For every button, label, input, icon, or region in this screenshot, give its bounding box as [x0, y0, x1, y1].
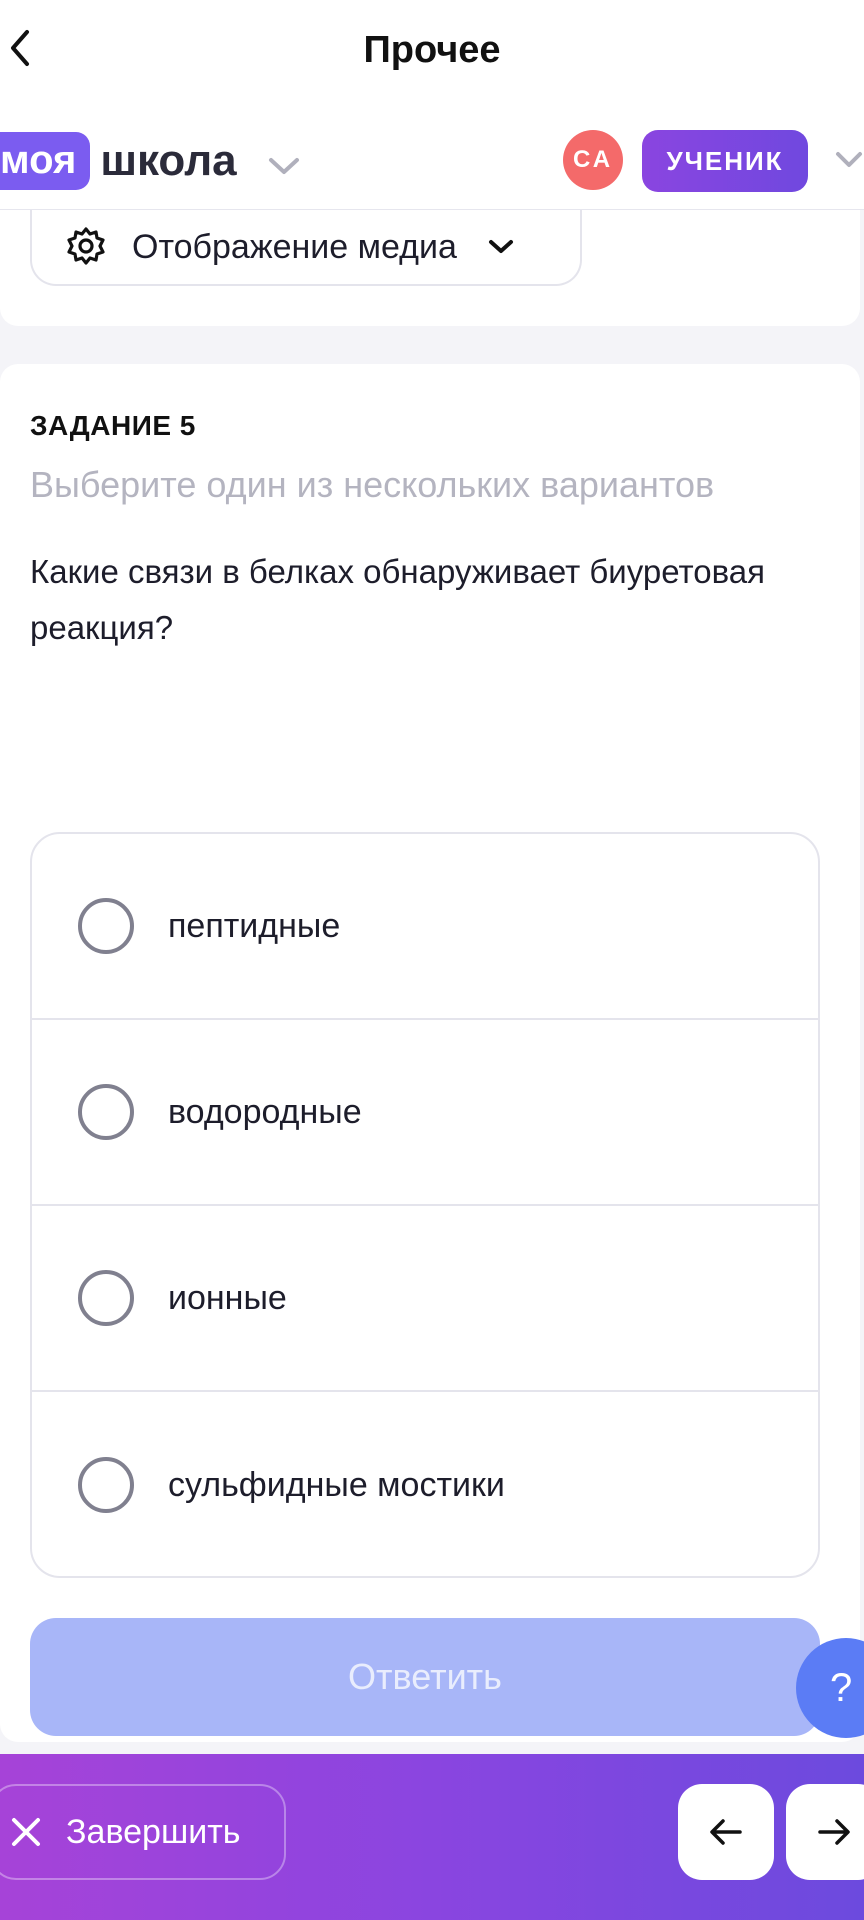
logo-part-moya: моя [0, 132, 91, 190]
arrow-left-icon [710, 1819, 742, 1845]
arrow-right-icon [818, 1819, 850, 1845]
logo-part-shkola: школа [100, 136, 237, 185]
next-task-button[interactable] [786, 1784, 864, 1880]
gear-icon [67, 227, 105, 265]
option-label: водородные [168, 1092, 362, 1131]
top-navigation-bar: Прочее [0, 0, 864, 100]
radio-button[interactable] [78, 1457, 134, 1513]
radio-button[interactable] [78, 1270, 134, 1326]
brand-logo[interactable]: моя школа [0, 132, 301, 190]
chevron-down-icon [488, 240, 513, 253]
media-display-dropdown[interactable]: Отображение медиа [30, 210, 582, 286]
role-badge[interactable]: УЧЕНИК [642, 130, 808, 192]
finish-label: Завершить [66, 1812, 241, 1851]
answer-button[interactable]: Ответить [30, 1618, 820, 1736]
page-title: Прочее [363, 28, 501, 71]
close-icon [12, 1818, 40, 1846]
answer-option[interactable]: ионные [32, 1206, 818, 1392]
back-button[interactable] [0, 22, 40, 74]
chevron-left-icon [11, 30, 29, 66]
answer-option[interactable]: сульфидные мостики [32, 1392, 818, 1576]
avatar[interactable]: СА [563, 130, 623, 190]
radio-button[interactable] [78, 1084, 134, 1140]
previous-task-button[interactable] [678, 1784, 774, 1880]
chevron-down-icon[interactable] [834, 150, 864, 170]
task-hint: Выберите один из нескольких вариантов [30, 464, 715, 505]
question-text: Какие связи в белках обнаруживает биурет… [30, 553, 765, 646]
answer-option[interactable]: водородные [32, 1020, 818, 1206]
option-label: пептидные [168, 906, 341, 945]
radio-button[interactable] [78, 898, 134, 954]
task-number: ЗАДАНИЕ 5 [30, 410, 196, 441]
finish-button[interactable]: Завершить [0, 1784, 286, 1880]
option-label: ионные [168, 1278, 287, 1317]
chevron-down-icon[interactable] [267, 156, 301, 176]
answer-options: пептидные водородные ионные сульфидные м… [30, 832, 820, 1578]
option-label: сульфидные мостики [168, 1465, 505, 1504]
media-display-label: Отображение медиа [132, 227, 457, 266]
answer-option[interactable]: пептидные [32, 834, 818, 1020]
